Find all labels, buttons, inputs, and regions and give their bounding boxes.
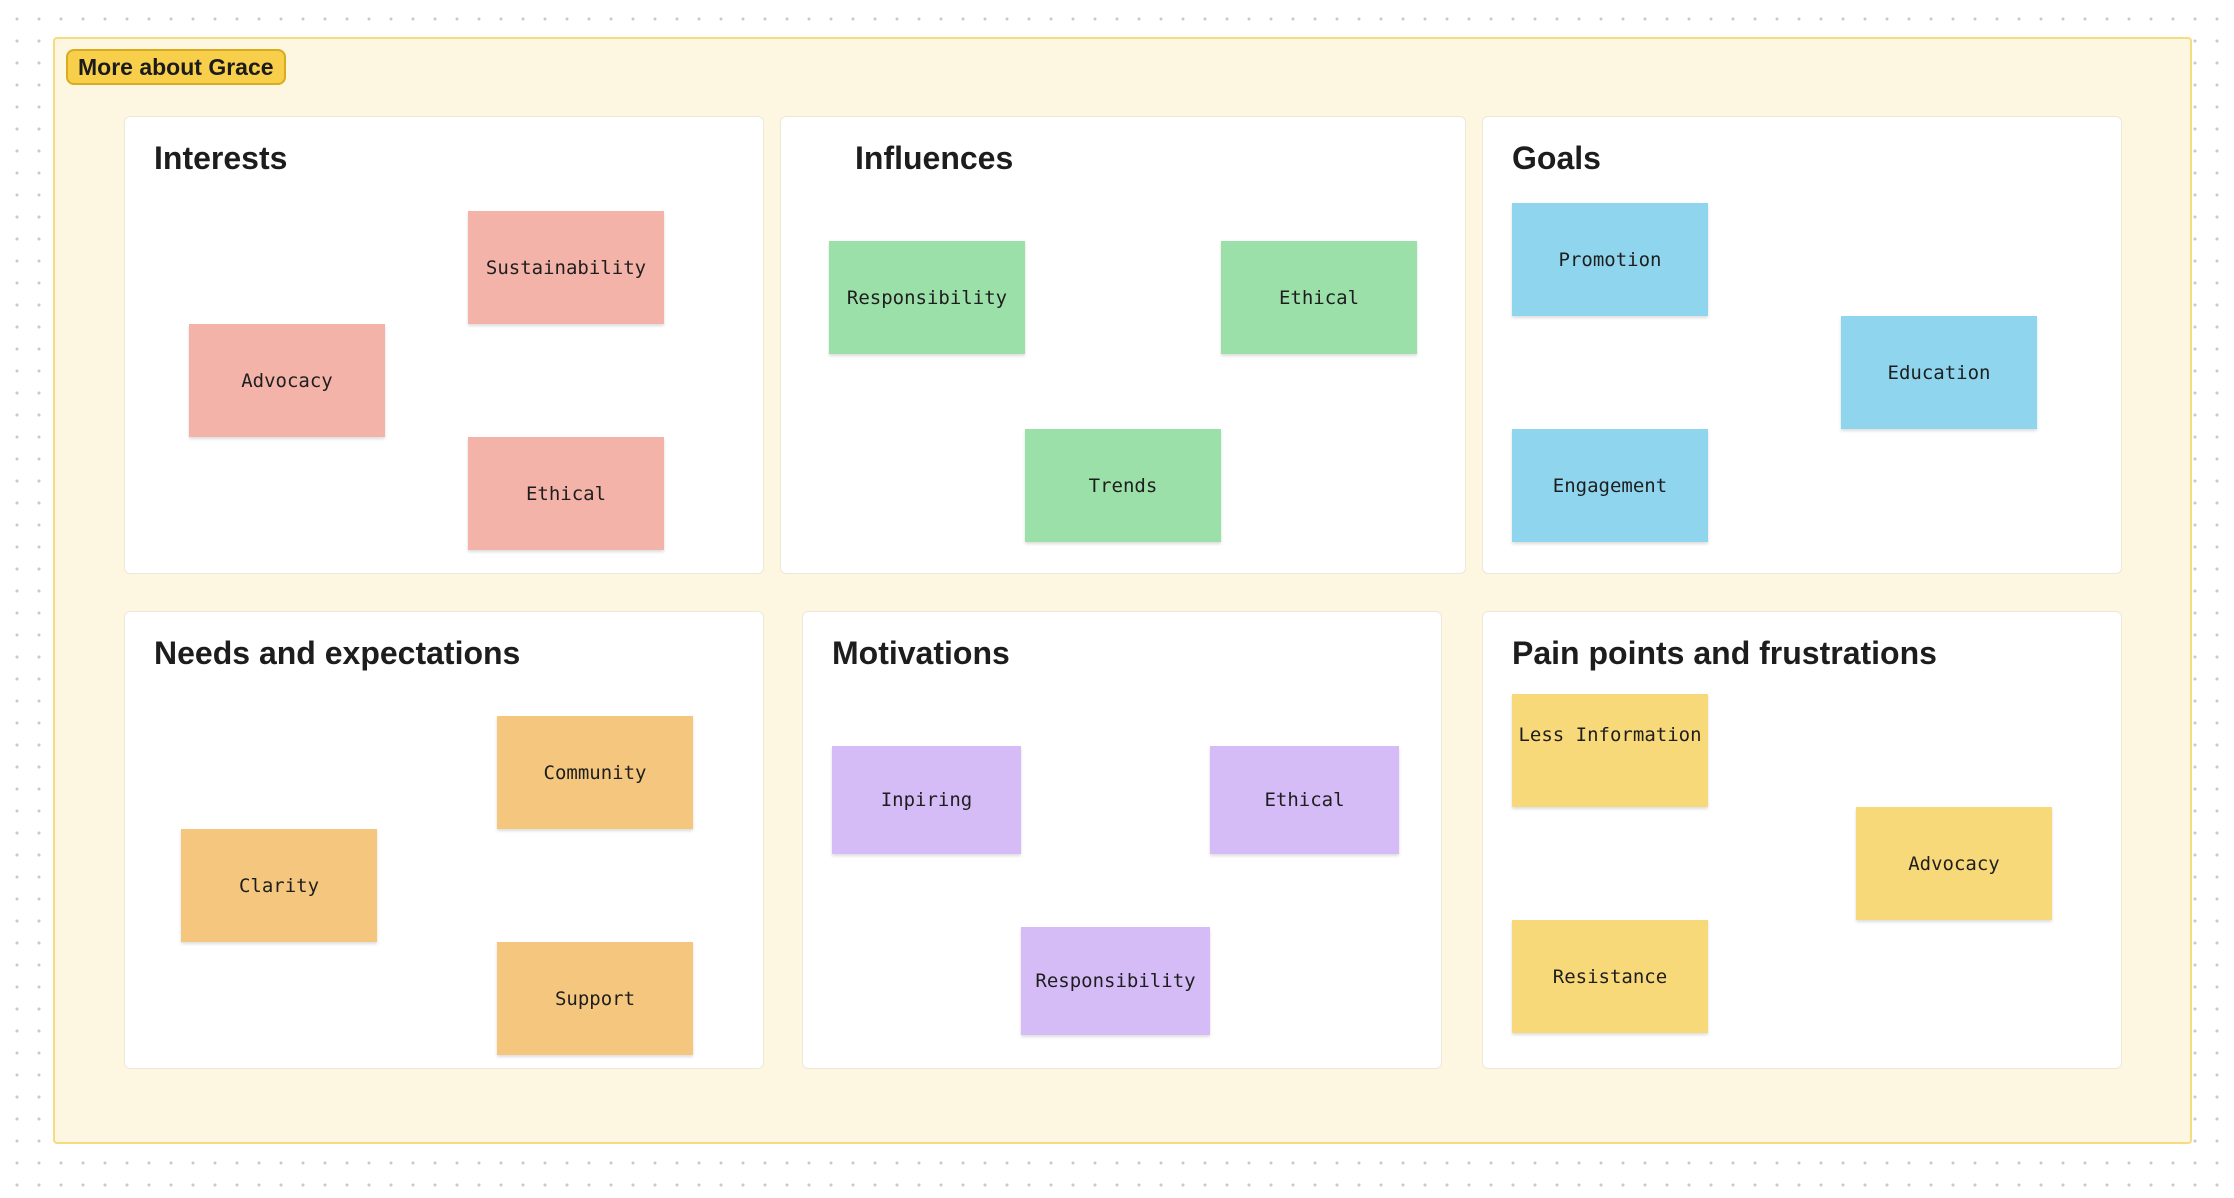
section-title: Motivations: [832, 635, 1010, 671]
section-influences[interactable]: Influences Responsibility Ethical Trends: [780, 116, 1466, 574]
sticky-note[interactable]: Support: [497, 942, 693, 1055]
section-goals[interactable]: Goals Promotion Education Engagement: [1482, 116, 2122, 574]
sticky-note[interactable]: Ethical: [1210, 746, 1399, 854]
sticky-note[interactable]: Advocacy: [1856, 807, 2052, 920]
section-title: Interests: [154, 140, 288, 176]
frame-title-tag[interactable]: More about Grace: [66, 49, 286, 85]
sticky-note[interactable]: Sustainability: [468, 211, 664, 324]
sticky-note[interactable]: Promotion: [1512, 203, 1708, 316]
section-motivations[interactable]: Motivations Inpiring Ethical Responsibil…: [802, 611, 1442, 1069]
section-title: Needs and expectations: [154, 635, 521, 671]
sticky-note[interactable]: Advocacy: [189, 324, 385, 437]
section-pain-points[interactable]: Pain points and frustrations Less Inform…: [1482, 611, 2122, 1069]
sticky-note[interactable]: Responsibility: [829, 241, 1025, 354]
sticky-note[interactable]: Community: [497, 716, 693, 829]
section-needs-and-expectations[interactable]: Needs and expectations Community Clarity…: [124, 611, 764, 1069]
sticky-note[interactable]: Ethical: [1221, 241, 1417, 354]
sticky-note[interactable]: Education: [1841, 316, 2037, 429]
sticky-note[interactable]: Resistance: [1512, 920, 1708, 1033]
sticky-note[interactable]: Responsibility: [1021, 927, 1210, 1035]
section-title: Pain points and frustrations: [1512, 635, 1937, 671]
section-title: Goals: [1512, 140, 1601, 176]
sticky-note[interactable]: Engagement: [1512, 429, 1708, 542]
sticky-note[interactable]: Less Information: [1512, 694, 1708, 807]
section-title: Influences: [855, 140, 1014, 176]
section-interests[interactable]: Interests Sustainability Advocacy Ethica…: [124, 116, 764, 574]
sticky-note[interactable]: Ethical: [468, 437, 664, 550]
sticky-note[interactable]: Inpiring: [832, 746, 1021, 854]
sticky-note[interactable]: Trends: [1025, 429, 1221, 542]
sticky-note[interactable]: Clarity: [181, 829, 377, 942]
